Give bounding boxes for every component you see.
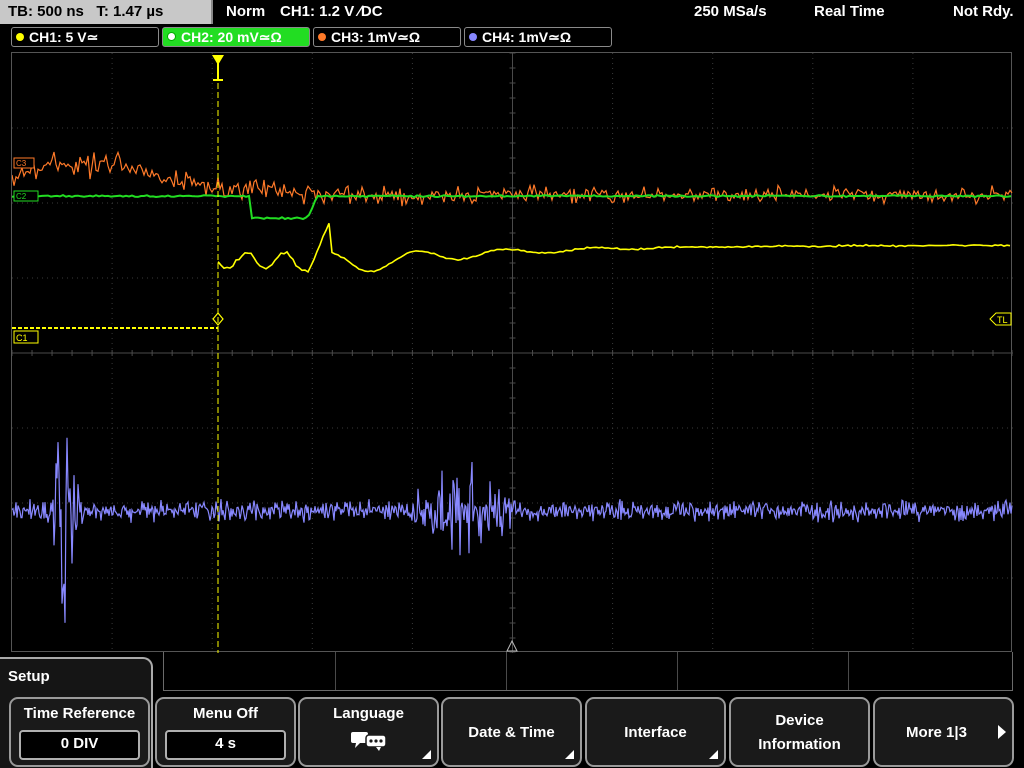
ch4-dot-icon (469, 33, 477, 41)
ch1-label: CH1: 5 V≃ (29, 29, 99, 45)
ch3-dot-icon (318, 33, 326, 41)
menu-off-label: Menu Off (193, 705, 258, 722)
submenu-corner-icon (709, 750, 718, 759)
language-label: Language (333, 705, 404, 722)
waveform-display[interactable]: C1 C2 C3 TL (11, 52, 1013, 653)
graticule-grid (12, 53, 1013, 653)
ch3-label: CH3: 1mV≃Ω (331, 29, 421, 45)
date-time-button[interactable]: Date & Time (441, 697, 582, 767)
time-reference-value: 0 DIV (19, 730, 140, 760)
submenu-corner-icon (422, 750, 431, 759)
trigger-settings: CH1: 1.2 V ∕DC (280, 3, 383, 20)
date-time-label: Date & Time (468, 724, 555, 741)
language-chat-icon (351, 732, 387, 751)
ch3-marker: C3 (13, 157, 35, 169)
tab-ch2[interactable]: CH2: 20 mV≃Ω (162, 27, 310, 47)
time-reference-label: Time Reference (23, 705, 136, 722)
tab-ch3[interactable]: CH3: 1mV≃Ω (313, 27, 461, 47)
ch3-marker-label: C3 (16, 159, 27, 168)
next-arrow-icon (998, 725, 1006, 739)
menu-off-value: 4 s (165, 730, 286, 760)
interface-label: Interface (624, 724, 687, 741)
acquisition-mode: Real Time (814, 3, 885, 20)
trigger-level-marker: TL (989, 312, 1012, 326)
ch1-marker-label: C1 (16, 333, 28, 343)
ch2-marker-label: C2 (16, 192, 27, 201)
status-bar: TB: 500 ns T: 1.47 µs Norm CH1: 1.2 V ∕D… (0, 0, 1024, 24)
ch1-dot-icon (16, 33, 24, 41)
timebase-readout[interactable]: TB: 500 ns T: 1.47 µs (0, 0, 213, 24)
sample-rate: 250 MSa/s (694, 3, 767, 20)
ch2-dot-icon (167, 32, 176, 41)
more-button[interactable]: More 1|3 (873, 697, 1014, 767)
tab-ch4[interactable]: CH4: 1mV≃Ω (464, 27, 612, 47)
submenu-corner-icon (565, 750, 574, 759)
trigger-mode: Norm (226, 3, 266, 20)
ch1-trace (217, 222, 1011, 274)
more-label: More 1|3 (906, 724, 967, 741)
acquisition-status: Not Rdy. (953, 3, 1014, 20)
ch1-marker: C1 (13, 330, 39, 344)
waveform-canvas: C1 C2 C3 TL (12, 53, 1013, 653)
ch2-trace (12, 193, 1012, 221)
softkey-info-strip (163, 652, 1013, 691)
device-information-label-1: Device (775, 712, 824, 729)
tab-ch1[interactable]: CH1: 5 V≃ (11, 27, 159, 47)
trigger-level-label: TL (997, 315, 1008, 325)
device-information-button[interactable]: Device Information (729, 697, 870, 767)
language-button[interactable]: Language (298, 697, 439, 767)
ch4-label: CH4: 1mV≃Ω (482, 29, 572, 45)
timebase-text: TB: 500 ns T: 1.47 µs (8, 3, 164, 20)
ch2-label: CH2: 20 mV≃Ω (181, 29, 282, 45)
menu-title: Setup (8, 668, 50, 685)
interface-button[interactable]: Interface (585, 697, 726, 767)
device-information-label-2: Information (758, 736, 841, 753)
time-reference-button[interactable]: Time Reference 0 DIV (9, 697, 150, 767)
menu-off-button[interactable]: Menu Off 4 s (155, 697, 296, 767)
trigger-position-icon (212, 55, 224, 81)
ch2-marker: C2 (13, 190, 39, 202)
